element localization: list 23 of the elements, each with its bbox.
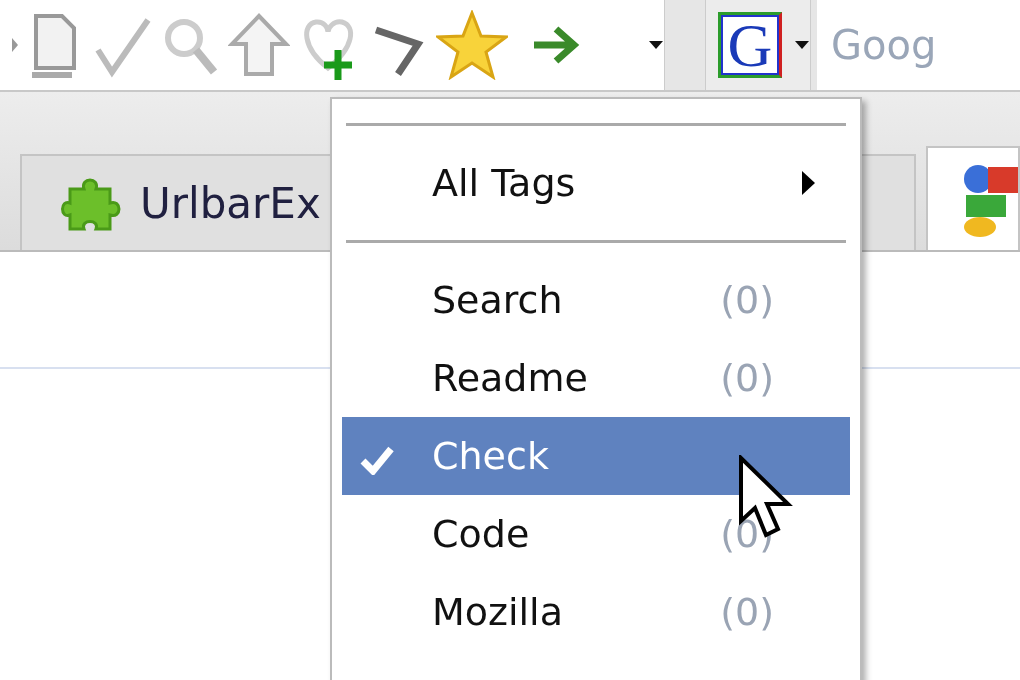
dropdown-icon [794,40,810,50]
tag-count: (0) [720,278,774,322]
menu-item[interactable]: Search (0) [342,261,850,339]
star-icon[interactable] [436,10,508,80]
submenu-arrow-icon [800,170,816,196]
search-engine-button[interactable]: G [705,0,811,90]
menu-item[interactable]: Readme (0) [342,339,850,417]
menu-label: Readme [432,356,589,400]
menu-label: All Tags [432,161,577,205]
chevron-icon[interactable] [10,36,20,54]
search-field[interactable]: Goog [817,0,1020,90]
tag-count: (0) [720,356,774,400]
menu-label: Search [432,278,564,322]
menu-item[interactable]: All Tags [342,144,850,222]
tag-count: (0) [720,590,774,634]
menu-label: Code [432,512,531,556]
menu-item[interactable]: Check [342,417,850,495]
browser-tab[interactable] [926,146,1020,250]
menu-item[interactable]: Mozilla (0) [342,573,850,651]
dropdown-icon[interactable] [648,40,664,50]
google-logo: G [718,12,782,78]
menu-label: Mozilla [432,590,564,634]
menu-label: Check [432,434,550,478]
